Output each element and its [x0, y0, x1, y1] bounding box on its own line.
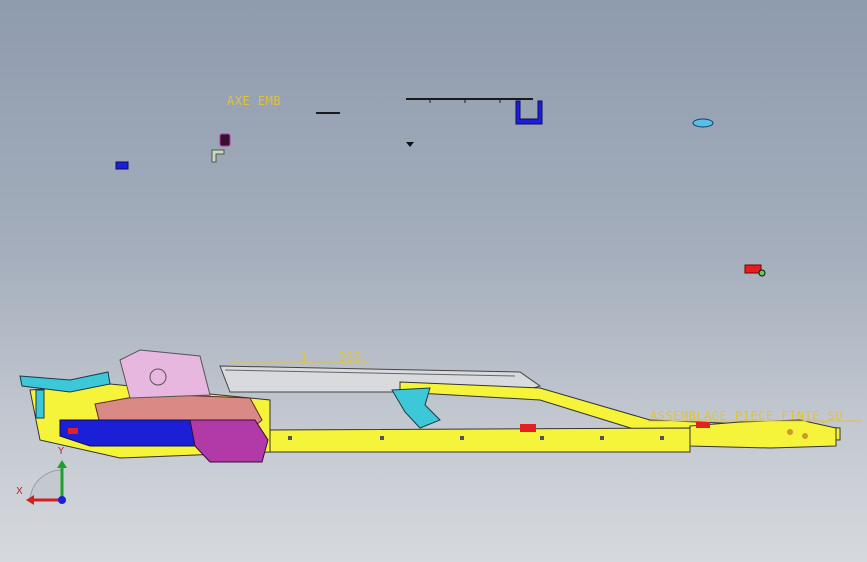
floating-parts[interactable] [115, 98, 766, 277]
cad-3d-viewport[interactable]: AXE EMB 1____333 ASSEMBLAGE_PIECE_FINIE_… [0, 0, 867, 562]
axis-y-label: Y [58, 446, 65, 457]
model-geometry[interactable] [0, 0, 867, 562]
axis-compass[interactable] [26, 460, 67, 505]
chassis-frame[interactable] [19, 349, 862, 463]
axis-x-label: X [16, 486, 23, 497]
